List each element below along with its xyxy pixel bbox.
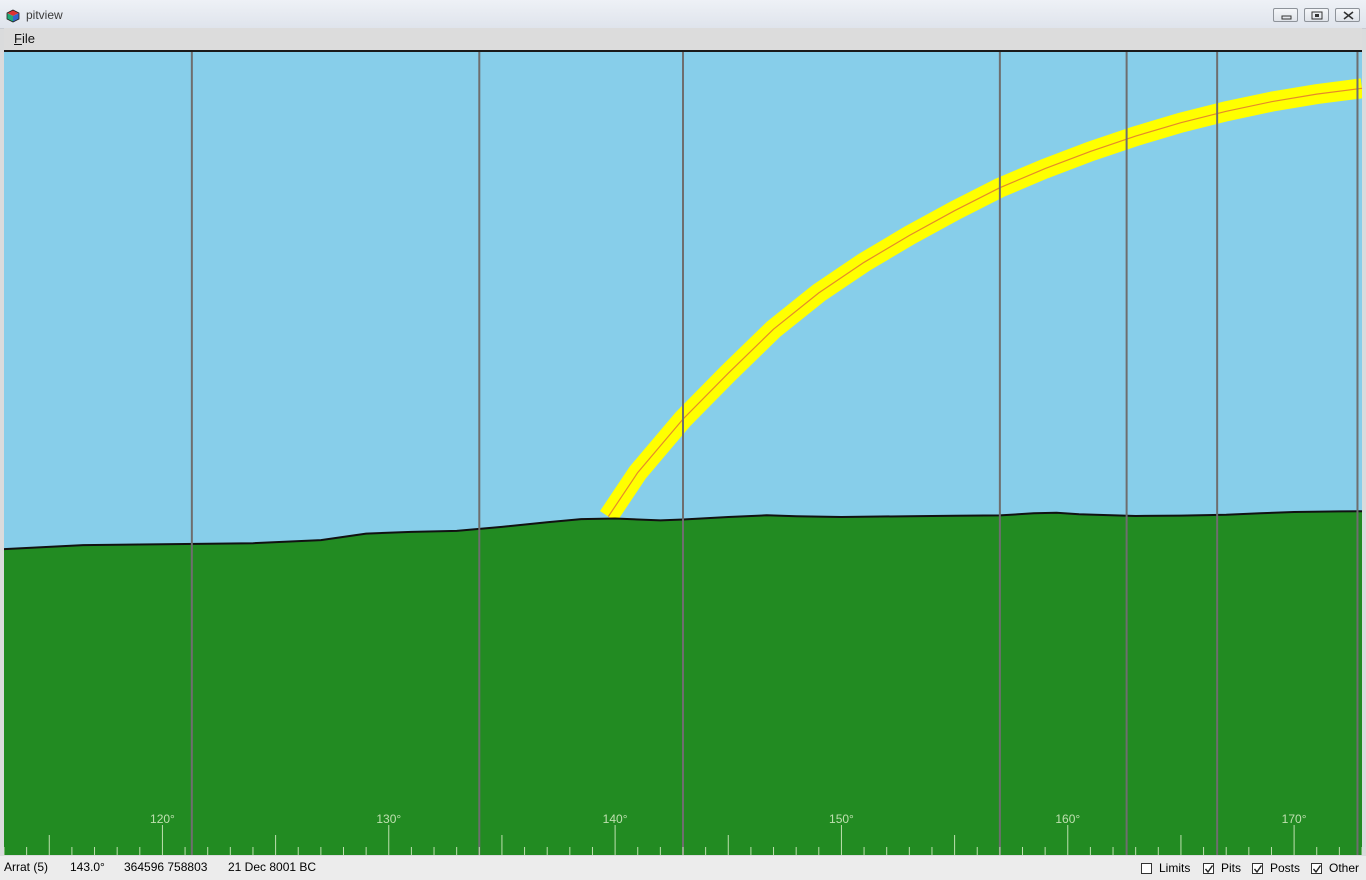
posts-checkbox-box[interactable] (1252, 862, 1263, 874)
menu-file-label: ile (21, 31, 35, 46)
posts-checkbox-label: Posts (1270, 861, 1301, 875)
minimize-button[interactable] (1273, 8, 1298, 22)
checkmark-icon (1312, 864, 1322, 873)
pits-checkbox-label: Pits (1221, 861, 1242, 875)
status-grid-ref: 364596 758803 (124, 860, 208, 874)
limits-checkbox-box[interactable] (1141, 862, 1152, 874)
menu-file[interactable]: File (10, 28, 39, 50)
pits-checkbox[interactable]: Pits (1203, 860, 1241, 876)
menu-bar: File (4, 28, 1362, 52)
title-bar[interactable]: pitview (0, 0, 1366, 29)
status-bar: Arrat (5) 143.0° 364596 758803 21 Dec 80… (0, 856, 1366, 880)
horizon-view[interactable]: 120° 130° 140° 150° 160° 170° (4, 52, 1362, 855)
azimuth-tick-label: 150° (829, 812, 854, 826)
posts-checkbox[interactable]: Posts (1252, 860, 1300, 876)
close-button[interactable] (1335, 8, 1360, 22)
close-icon (1343, 11, 1354, 20)
checkmark-icon (1253, 864, 1263, 873)
status-date: 21 Dec 8001 BC (228, 860, 317, 874)
limits-checkbox[interactable]: Limits (1141, 860, 1190, 876)
window-title: pitview (26, 8, 63, 22)
cube-app-icon (6, 8, 20, 27)
minimize-icon (1281, 15, 1292, 20)
azimuth-tick-label: 170° (1282, 812, 1307, 826)
checkmark-icon (1204, 864, 1214, 873)
maximize-icon (1311, 11, 1323, 20)
other-checkbox-label: Other (1329, 861, 1360, 875)
azimuth-tick-label: 130° (376, 812, 401, 826)
status-site: Arrat (5) (4, 860, 49, 874)
limits-checkbox-label: Limits (1159, 861, 1191, 875)
pits-checkbox-box[interactable] (1203, 862, 1214, 874)
menu-file-mnemonic: F (14, 31, 22, 46)
status-azimuth: 143.0° (70, 860, 105, 874)
azimuth-tick-label: 120° (150, 812, 175, 826)
maximize-button[interactable] (1304, 8, 1329, 22)
other-checkbox[interactable]: Other (1311, 860, 1359, 876)
other-checkbox-box[interactable] (1311, 862, 1322, 874)
azimuth-tick-label: 160° (1055, 812, 1080, 826)
azimuth-tick-label: 140° (603, 812, 628, 826)
